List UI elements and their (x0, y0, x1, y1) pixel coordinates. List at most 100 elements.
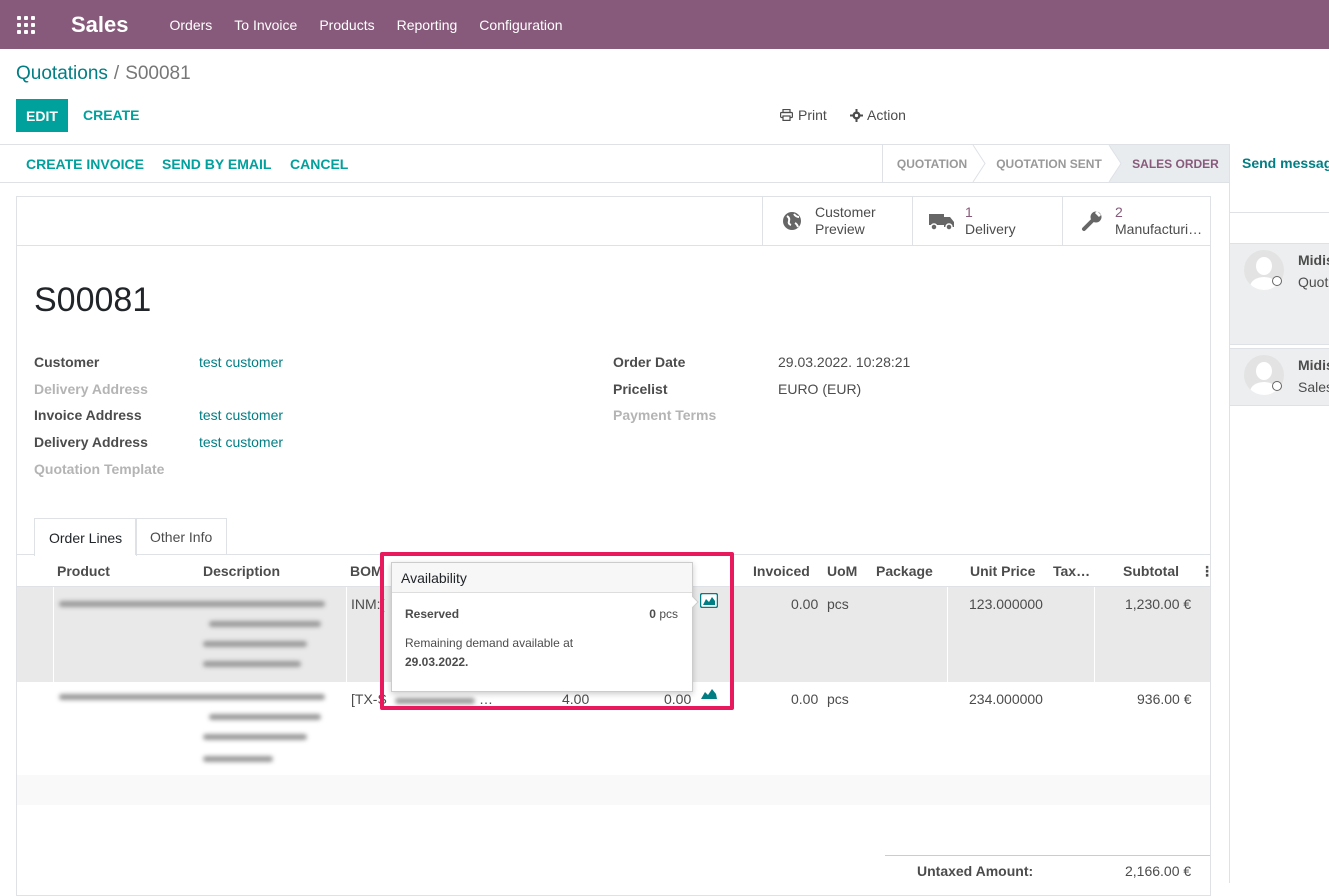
menu-configuration[interactable]: Configuration (479, 17, 562, 33)
delivery-address-value[interactable]: test customer (199, 434, 283, 450)
customer-preview-button[interactable]: Customer Preview (762, 197, 912, 245)
add-line-row[interactable] (17, 775, 1210, 805)
col-uom[interactable]: UoM (827, 563, 857, 579)
breadcrumb: Quotations / S00081 (16, 63, 191, 85)
invoice-address-label: Invoice Address (34, 407, 142, 423)
smart-label-line1: Customer (815, 204, 876, 220)
apps-grid-icon[interactable] (17, 15, 35, 34)
invoiced-cell: 0.00 (791, 691, 819, 707)
unit-price-cell: 234.000000 (969, 691, 1043, 707)
breadcrumb-current: S00081 (125, 63, 191, 84)
create-button[interactable]: CREATE (83, 107, 140, 123)
cell-divider (53, 587, 54, 682)
delivery-button[interactable]: 1 Delivery (912, 197, 1062, 245)
blurred-description-text (203, 641, 307, 647)
gear-icon (850, 108, 863, 122)
order-name: S00081 (34, 281, 152, 319)
manufacturing-count: 2 (1115, 204, 1123, 220)
col-description[interactable]: Description (203, 563, 280, 579)
menu-to-invoice[interactable]: To Invoice (234, 17, 297, 33)
printer-icon (780, 109, 793, 121)
app-brand[interactable]: Sales (71, 12, 129, 38)
order-date-value: 29.03.2022. 10:28:21 (778, 354, 911, 370)
stage-quotation[interactable]: QUOTATION (883, 145, 981, 182)
statusbar: CREATE INVOICE SEND BY EMAIL CANCEL QUOT… (0, 144, 1229, 183)
message-body: Quot (1298, 274, 1329, 290)
stage-sales-order[interactable]: SALES ORDER (1110, 145, 1229, 182)
pricelist-label: Pricelist (613, 381, 668, 397)
send-by-email-button[interactable]: SEND BY EMAIL (162, 156, 271, 172)
col-taxes[interactable]: Tax… (1053, 563, 1090, 579)
top-navbar: Sales Orders To Invoice Products Reporti… (0, 0, 1329, 49)
customer-value[interactable]: test customer (199, 354, 283, 370)
delivery-address-label: Delivery Address (34, 434, 148, 450)
payment-terms-label: Payment Terms (613, 407, 717, 423)
col-invoiced[interactable]: Invoiced (753, 563, 810, 579)
presence-dot (1272, 276, 1282, 286)
manufacturing-label: Manufacturi… (1115, 221, 1203, 237)
blurred-description-text (209, 714, 321, 720)
menu-reporting[interactable]: Reporting (397, 17, 458, 33)
uom-cell: pcs (827, 691, 849, 707)
tab-other-info[interactable]: Other Info (135, 518, 228, 555)
col-package[interactable]: Package (876, 563, 933, 579)
smart-label-line2: Preview (815, 221, 865, 237)
menu-products[interactable]: Products (319, 17, 374, 33)
action-button[interactable]: Action (850, 107, 906, 123)
invoiced-cell: 0.00 (791, 596, 819, 612)
send-message-button[interactable]: Send message (1242, 155, 1329, 171)
pricelist-value: EURO (EUR) (778, 381, 862, 397)
col-product[interactable]: Product (57, 563, 110, 579)
delivery-address-label: Delivery Address (34, 381, 148, 397)
tab-order-lines[interactable]: Order Lines (34, 518, 138, 556)
action-label: Action (867, 107, 906, 123)
cell-divider (947, 587, 948, 682)
customer-label: Customer (34, 354, 100, 370)
chatter-message: Midis Quot (1230, 243, 1329, 345)
totals-divider (885, 855, 1210, 856)
message-author: Midis (1298, 357, 1329, 373)
blurred-description-text (209, 621, 321, 627)
notebook-tabs: Order Lines Other Info (17, 518, 1210, 556)
quotation-template-label: Quotation Template (34, 461, 165, 477)
message-author: Midis (1298, 252, 1329, 268)
form-sheet: Customer Preview 1 Delivery 2 Manufacturi… … (16, 196, 1214, 896)
wrench-icon (1079, 209, 1105, 233)
delivery-count: 1 (965, 204, 973, 220)
presence-dot (1272, 381, 1282, 391)
breadcrumb-separator: / (113, 63, 120, 84)
column-options-icon[interactable]: ⋮ (1200, 563, 1214, 580)
stage-quotation-sent[interactable]: QUOTATION SENT (988, 145, 1110, 182)
blurred-description-text (203, 734, 307, 740)
stage-arrow (972, 145, 986, 182)
col-unit-price[interactable]: Unit Price (970, 563, 1035, 579)
menu-orders[interactable]: Orders (170, 17, 213, 33)
breadcrumb-quotations[interactable]: Quotations (16, 63, 108, 84)
untaxed-amount-value: 2,166.00 € (1125, 863, 1192, 879)
manufacturing-button[interactable]: 2 Manufacturi… (1062, 197, 1210, 245)
main-menu: Orders To Invoice Products Reporting Con… (170, 17, 585, 33)
create-invoice-button[interactable]: CREATE INVOICE (26, 156, 144, 172)
unit-price-cell: 123.000000 (969, 596, 1043, 612)
delivery-label: Delivery (965, 221, 1016, 237)
invoice-address-value[interactable]: test customer (199, 407, 283, 423)
subtotal-cell: 936.00 € (1137, 691, 1192, 707)
col-bom[interactable]: BOM (350, 563, 383, 579)
uom-cell: pcs (827, 596, 849, 612)
untaxed-amount-label: Untaxed Amount: (917, 863, 1034, 879)
blurred-description-text (203, 661, 301, 667)
print-button[interactable]: Print (780, 107, 827, 123)
message-body: Sales (1298, 379, 1329, 395)
truck-icon (929, 209, 955, 233)
col-subtotal[interactable]: Subtotal (1123, 563, 1179, 579)
subtotal-cell: 1,230.00 € (1125, 596, 1192, 612)
blurred-description-text (203, 756, 273, 762)
blurred-product-text (59, 694, 325, 700)
annotation-highlight-box (380, 552, 734, 710)
edit-button[interactable]: EDIT (16, 99, 68, 132)
cell-divider (1094, 587, 1095, 682)
print-label: Print (798, 107, 827, 123)
cancel-button[interactable]: CANCEL (290, 156, 348, 172)
blurred-product-text (59, 601, 325, 607)
cell-divider (346, 587, 347, 682)
